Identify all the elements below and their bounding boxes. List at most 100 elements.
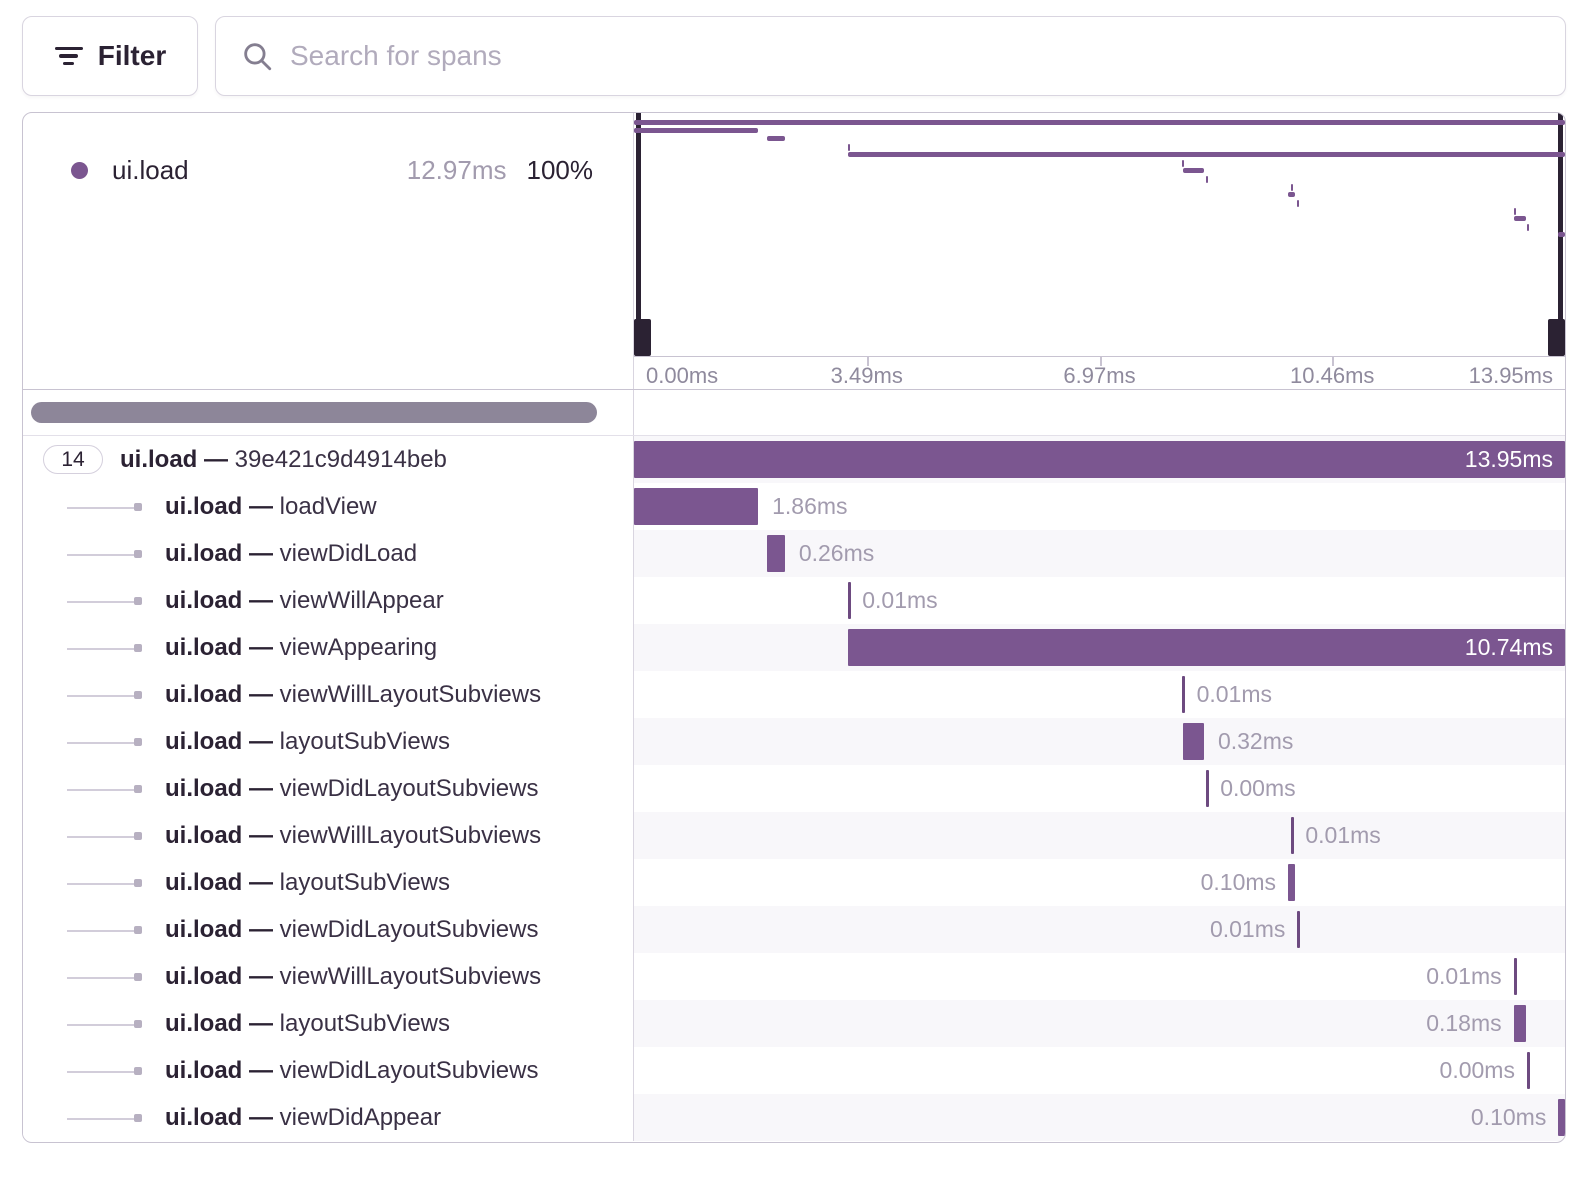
span-tree-cell[interactable]: ui.load — viewWillAppear — [23, 577, 634, 624]
span-tree-cell[interactable]: ui.load — layoutSubViews — [23, 1000, 634, 1047]
scroll-strip-right — [634, 390, 1565, 435]
span-label: ui.load — layoutSubViews — [165, 1010, 450, 1038]
span-bar[interactable] — [634, 488, 758, 525]
span-bar[interactable] — [1514, 958, 1517, 995]
span-duration-label: 0.01ms — [1197, 671, 1272, 718]
minimap-left-handle[interactable] — [634, 113, 651, 356]
span-row[interactable]: ui.load — viewWillLayoutSubviews 0.01ms — [23, 671, 1565, 718]
span-bar[interactable] — [1527, 1052, 1530, 1089]
span-waterfall-cell[interactable]: 0.00ms — [634, 765, 1565, 812]
span-duration-label: 0.00ms — [1220, 765, 1295, 812]
toolbar: Filter — [22, 16, 1566, 96]
minimap-span-bar — [767, 136, 784, 141]
tree-node-dot — [134, 597, 142, 605]
span-waterfall-cell[interactable]: 0.00ms — [634, 1047, 1565, 1094]
span-tree-cell[interactable]: ui.load — layoutSubViews — [23, 859, 634, 906]
span-tree-cell[interactable]: ui.load — viewAppearing — [23, 624, 634, 671]
span-waterfall-cell[interactable]: 0.01ms — [634, 577, 1565, 624]
tree-node-dot — [134, 926, 142, 934]
span-waterfall-cell[interactable]: 0.01ms — [634, 671, 1565, 718]
span-duration-label: 1.86ms — [772, 483, 847, 530]
span-bar[interactable] — [1297, 911, 1300, 948]
child-count-badge[interactable]: 14 — [43, 445, 103, 474]
span-waterfall-cell[interactable]: 0.18ms — [634, 1000, 1565, 1047]
span-tree-cell[interactable]: ui.load — viewDidAppear — [23, 1094, 634, 1141]
tree-connector — [67, 1118, 137, 1120]
span-bar[interactable] — [1206, 770, 1209, 807]
span-waterfall-cell[interactable]: 0.01ms — [634, 953, 1565, 1000]
op-summary-row[interactable]: ui.load 12.97ms 100% — [71, 155, 593, 186]
span-row[interactable]: ui.load — viewDidLayoutSubviews0.00ms — [23, 1047, 1565, 1094]
span-row[interactable]: ui.load — layoutSubViews 0.18ms — [23, 1000, 1565, 1047]
span-row[interactable]: 14 ui.load — 39e421c9d4914beb 13.95ms — [23, 436, 1565, 483]
minimap-span-bar — [1291, 184, 1293, 191]
span-waterfall-cell[interactable]: 0.01ms — [634, 812, 1565, 859]
span-waterfall-cell[interactable]: 0.26ms — [634, 530, 1565, 577]
span-tree-cell[interactable]: ui.load — viewDidLayoutSubviews — [23, 765, 634, 812]
tree-node-dot — [134, 550, 142, 558]
span-label: ui.load — viewAppearing — [165, 634, 437, 662]
filter-icon — [54, 45, 84, 67]
span-tree-cell[interactable]: ui.load — viewDidLayoutSubviews — [23, 906, 634, 953]
span-bar[interactable] — [1558, 1099, 1565, 1136]
span-waterfall-cell[interactable]: 0.10ms — [634, 859, 1565, 906]
span-row[interactable]: ui.load — layoutSubViews 0.32ms — [23, 718, 1565, 765]
span-bar[interactable] — [767, 535, 784, 572]
span-tree-cell[interactable]: ui.load — viewWillLayoutSubviews — [23, 671, 634, 718]
span-tree-cell[interactable]: ui.load — viewWillLayoutSubviews — [23, 953, 634, 1000]
horizontal-scrollbar[interactable] — [31, 402, 597, 423]
span-tree-cell[interactable]: ui.load — viewDidLayoutSubviews — [23, 1047, 634, 1094]
span-row[interactable]: ui.load — viewDidAppear 0.10ms — [23, 1094, 1565, 1141]
span-tree-cell[interactable]: ui.load — loadView — [23, 483, 634, 530]
minimap-span-bar — [1514, 208, 1516, 215]
axis-tick-label: 13.95ms — [1469, 363, 1553, 389]
span-waterfall-cell[interactable]: 1.86ms — [634, 483, 1565, 530]
span-tree-cell[interactable]: ui.load — viewWillLayoutSubviews — [23, 812, 634, 859]
span-waterfall-cell[interactable]: 0.01ms — [634, 906, 1565, 953]
minimap-span-bar — [1527, 224, 1529, 231]
span-row[interactable]: ui.load — viewWillLayoutSubviews 0.01ms — [23, 953, 1565, 1000]
span-bar[interactable] — [848, 629, 1565, 666]
span-label: ui.load — viewDidAppear — [165, 1104, 441, 1132]
span-label: ui.load — viewWillLayoutSubviews — [165, 822, 541, 850]
span-row[interactable]: ui.load — viewDidLoad0.26ms — [23, 530, 1565, 577]
tree-connector — [67, 836, 137, 838]
timeline-top: 0.00ms3.49ms6.97ms10.46ms13.95ms — [634, 113, 1565, 389]
span-tree-cell[interactable]: ui.load — viewDidLoad — [23, 530, 634, 577]
span-duration-label: 0.32ms — [1218, 718, 1293, 765]
filter-button[interactable]: Filter — [22, 16, 198, 96]
span-label: ui.load — viewDidLayoutSubviews — [165, 775, 538, 803]
filter-button-label: Filter — [98, 40, 166, 72]
span-row[interactable]: ui.load — viewWillLayoutSubviews 0.01ms — [23, 812, 1565, 859]
span-bar[interactable] — [1288, 864, 1295, 901]
span-bar[interactable] — [1291, 817, 1294, 854]
span-row[interactable]: ui.load — viewWillAppear 0.01ms — [23, 577, 1565, 624]
span-duration-label: 0.01ms — [1426, 953, 1501, 1000]
span-bar[interactable] — [1182, 676, 1185, 713]
span-row[interactable]: ui.load — viewAppearing 10.74ms — [23, 624, 1565, 671]
tree-node-dot — [134, 879, 142, 887]
span-tree-cell[interactable]: ui.load — layoutSubViews — [23, 718, 634, 765]
search-input[interactable] — [290, 40, 1541, 72]
span-row[interactable]: ui.load — layoutSubViews0.10ms — [23, 859, 1565, 906]
span-tree-cell[interactable]: 14 ui.load — 39e421c9d4914beb — [23, 436, 634, 483]
span-bar[interactable] — [1183, 723, 1204, 760]
span-search-box[interactable] — [215, 16, 1566, 96]
trace-minimap[interactable] — [634, 113, 1565, 356]
span-waterfall-cell[interactable]: 0.10ms — [634, 1094, 1565, 1141]
span-row[interactable]: ui.load — loadView 1.86ms — [23, 483, 1565, 530]
span-waterfall-cell[interactable]: 13.95ms — [634, 436, 1565, 483]
root-span-label: ui.load — 39e421c9d4914beb — [120, 446, 447, 474]
span-bar[interactable] — [634, 441, 1565, 478]
span-label: ui.load — viewWillAppear — [165, 587, 444, 615]
minimap-span-bar — [1182, 160, 1184, 167]
span-waterfall-cell[interactable]: 10.74ms — [634, 624, 1565, 671]
span-duration-label: 0.01ms — [1210, 906, 1285, 953]
span-row[interactable]: ui.load — viewDidLayoutSubviews 0.01ms — [23, 906, 1565, 953]
span-bar[interactable] — [1514, 1005, 1526, 1042]
span-label: ui.load — viewWillLayoutSubviews — [165, 963, 541, 991]
axis-tick-label: 3.49ms — [831, 363, 903, 389]
span-bar[interactable] — [848, 582, 851, 619]
span-waterfall-cell[interactable]: 0.32ms — [634, 718, 1565, 765]
span-row[interactable]: ui.load — viewDidLayoutSubviews 0.00ms — [23, 765, 1565, 812]
